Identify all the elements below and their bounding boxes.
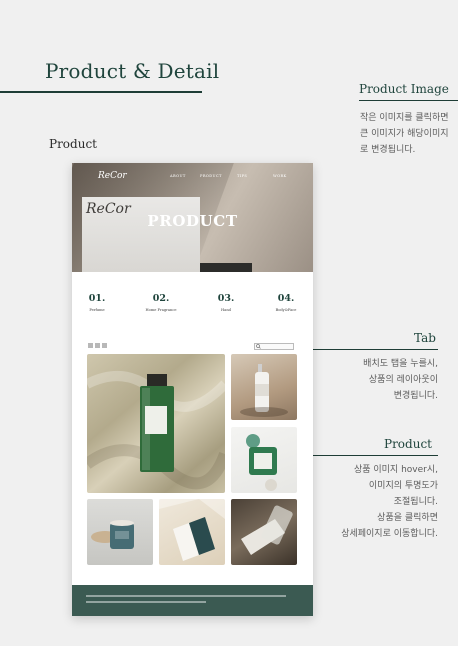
hero-title: PRODUCT xyxy=(147,212,238,230)
hero-banner: ReCor ReCor ABOUT PRODUCT TIPS WORK PROD… xyxy=(72,163,313,272)
annotation-line: 작은 이미지를 클릭하면 xyxy=(360,113,449,123)
annotation-tab-title: Tab xyxy=(414,331,436,345)
product-tile-candle[interactable] xyxy=(87,499,153,565)
compact-layout-icon[interactable] xyxy=(102,343,107,348)
category-tab-perfume[interactable]: 01. Perfume xyxy=(77,293,117,312)
category-name: Perfume xyxy=(89,308,105,312)
page-heading: Product & Detail xyxy=(45,59,220,83)
nav-tips[interactable]: TIPS xyxy=(237,174,247,178)
search-icon xyxy=(256,344,261,349)
layout-toggle xyxy=(88,343,108,349)
grid-layout-icon[interactable] xyxy=(88,343,93,348)
annotation-line: 상품의 레이아웃이 xyxy=(368,375,438,385)
footer-info-line xyxy=(86,595,286,597)
annotation-product-image-text: 작은 이미지를 클릭하면 큰 이미지가 해당이미지 로 변경됩니다. xyxy=(360,110,449,158)
annotation-line: 상품을 클릭하면 xyxy=(377,513,438,523)
footer-info-line xyxy=(86,601,206,603)
lotion-bottle-image xyxy=(240,364,288,417)
annotation-line: 이미지의 투명도가 xyxy=(368,481,438,491)
product-box-image xyxy=(159,499,225,561)
product-tile-box[interactable] xyxy=(159,499,225,565)
product-tile-jar[interactable] xyxy=(231,427,297,493)
list-layout-icon[interactable] xyxy=(95,343,100,348)
annotation-product-image-title: Product Image xyxy=(359,82,449,96)
site-logo[interactable]: ReCor xyxy=(98,171,127,181)
category-name: Body&Face xyxy=(275,308,297,312)
category-num: 01. xyxy=(88,293,106,304)
annotation-line: 상세페이지로 이동합니다. xyxy=(341,529,438,539)
category-num: 04. xyxy=(277,293,295,304)
category-name: Hand xyxy=(221,308,231,312)
perfume-tag-image xyxy=(241,505,293,555)
product-tile-main[interactable] xyxy=(87,354,225,493)
product-tile-lotion[interactable] xyxy=(231,354,297,420)
category-tab-hand[interactable]: 03. Hand xyxy=(206,293,246,312)
category-tab-home-fragrance[interactable]: 02. Home Fragrance xyxy=(141,293,181,312)
hero-dark-block xyxy=(200,263,252,272)
annotation-line: 변경됩니다. xyxy=(393,391,438,401)
annotation-line: 상품 이미지 hover시, xyxy=(353,465,438,475)
annotation-line: 로 변경됩니다. xyxy=(360,145,416,155)
annotation-product-rule xyxy=(293,455,438,456)
category-num: 02. xyxy=(152,293,170,304)
annotation-tab-text: 배치도 탭을 누를시, 상품의 레이아웃이 변경됩니다. xyxy=(300,356,438,404)
perfume-bottle-image xyxy=(87,371,225,490)
nav-about[interactable]: ABOUT xyxy=(170,174,186,178)
category-name: Home Fragrance xyxy=(145,308,177,312)
section-label: Product xyxy=(49,137,97,151)
site-footer xyxy=(72,585,313,616)
category-num: 03. xyxy=(217,293,235,304)
product-tile-tag[interactable] xyxy=(231,499,297,565)
annotation-line: 조절됩니다. xyxy=(393,497,438,507)
annotation-product-text: 상품 이미지 hover시, 이미지의 투명도가 조절됩니다. 상품을 클릭하면… xyxy=(300,462,438,542)
heading-underline xyxy=(0,91,202,93)
nav-work[interactable]: WORK xyxy=(273,174,287,178)
annotation-line: 배치도 탭을 누를시, xyxy=(363,359,438,369)
search-input[interactable] xyxy=(254,343,294,350)
candle-image xyxy=(91,520,134,549)
website-mockup: ReCor ReCor ABOUT PRODUCT TIPS WORK PROD… xyxy=(72,163,313,616)
annotation-tab-rule xyxy=(293,349,438,350)
nav-product[interactable]: PRODUCT xyxy=(200,174,222,178)
annotation-product-image-rule xyxy=(359,100,458,101)
annotation-product-title: Product xyxy=(384,437,432,451)
category-tab-body-face[interactable]: 04. Body&Face xyxy=(266,293,306,312)
annotation-line: 큰 이미지가 해당이미지 xyxy=(360,129,449,139)
candle-jar-image xyxy=(246,434,277,491)
